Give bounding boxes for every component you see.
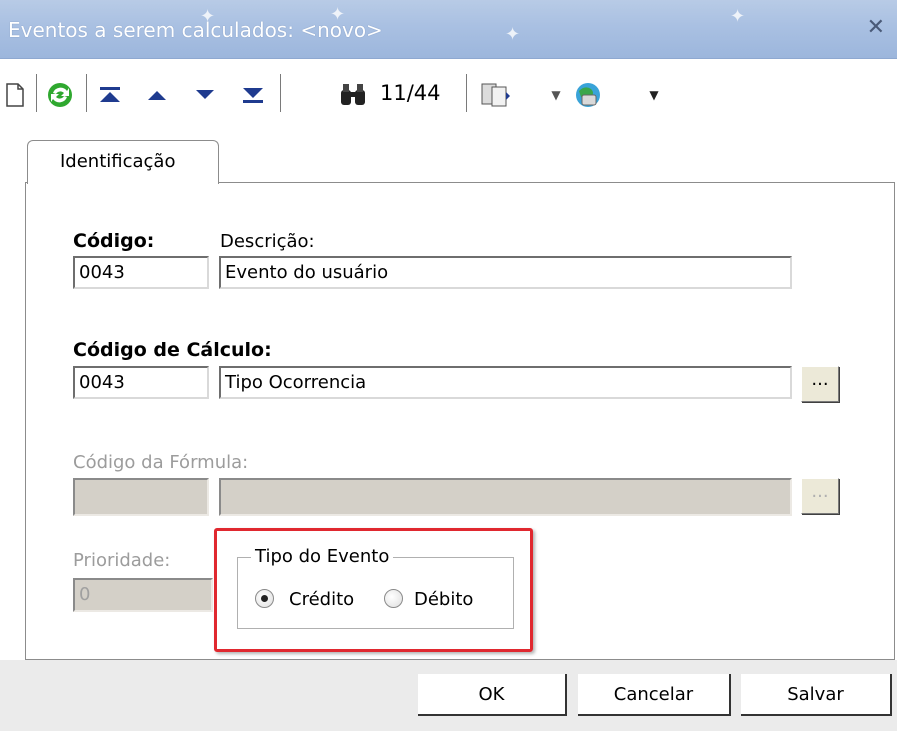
tipo-evento-legend: Tipo do Evento <box>251 546 394 567</box>
web-icon[interactable] <box>571 80 605 110</box>
refresh-icon[interactable] <box>43 80 77 110</box>
debito-radio[interactable] <box>384 589 403 608</box>
prioridade-label: Prioridade: <box>73 550 171 571</box>
copy-icon[interactable] <box>478 80 514 110</box>
codigo-label: Código: <box>73 230 155 252</box>
tab-label: Identificação <box>60 151 176 172</box>
credito-radio[interactable] <box>255 589 274 608</box>
previous-record-icon[interactable] <box>142 80 172 110</box>
descricao-label: Descrição: <box>220 231 315 252</box>
formula-description-input[interactable] <box>219 478 792 516</box>
first-record-icon[interactable] <box>95 80 125 110</box>
toolbar-separator <box>36 74 37 112</box>
cancel-button[interactable]: Cancelar <box>578 674 731 716</box>
debito-label[interactable]: Débito <box>414 589 473 610</box>
save-button[interactable]: Salvar <box>741 674 892 716</box>
prioridade-input[interactable]: 0 <box>73 578 213 612</box>
formula-label: Código da Fórmula: <box>73 452 249 473</box>
descricao-input[interactable]: Evento do usuário <box>219 256 792 289</box>
formula-code-input[interactable] <box>73 478 209 516</box>
codigo-calculo-description[interactable]: Tipo Ocorrencia <box>219 366 792 399</box>
formula-lookup-button[interactable]: ... <box>801 478 839 514</box>
dropdown-arrow-icon[interactable]: ▼ <box>548 80 564 110</box>
sparkle-decoration: ✦ <box>730 6 746 27</box>
last-record-icon[interactable] <box>238 80 268 110</box>
ok-button[interactable]: OK <box>418 674 567 716</box>
dropdown-arrow-icon[interactable]: ▼ <box>646 80 662 110</box>
record-counter: 11/44 <box>380 81 441 105</box>
lookup-button[interactable]: ... <box>801 366 839 402</box>
close-icon[interactable]: ✕ <box>867 15 885 40</box>
new-document-icon[interactable] <box>2 80 28 110</box>
sparkle-decoration: ✦ <box>505 24 521 45</box>
toolbar-separator <box>86 74 87 112</box>
toolbar <box>0 59 897 125</box>
toolbar-separator <box>466 74 467 112</box>
toolbar-separator <box>280 74 281 112</box>
credito-label[interactable]: Crédito <box>289 589 354 610</box>
codigo-calculo-input[interactable]: 0043 <box>73 366 209 399</box>
tab-identificacao[interactable]: Identificação <box>27 140 219 184</box>
title-bar: ✦ ✦ ✦ ✦ Eventos a serem calculados: <nov… <box>0 0 897 59</box>
window-title: Eventos a serem calculados: <novo> <box>8 18 383 42</box>
next-record-icon[interactable] <box>190 80 220 110</box>
codigo-input[interactable]: 0043 <box>73 256 209 289</box>
find-icon[interactable] <box>336 80 370 110</box>
codigo-calculo-label: Código de Cálculo: <box>73 339 272 361</box>
